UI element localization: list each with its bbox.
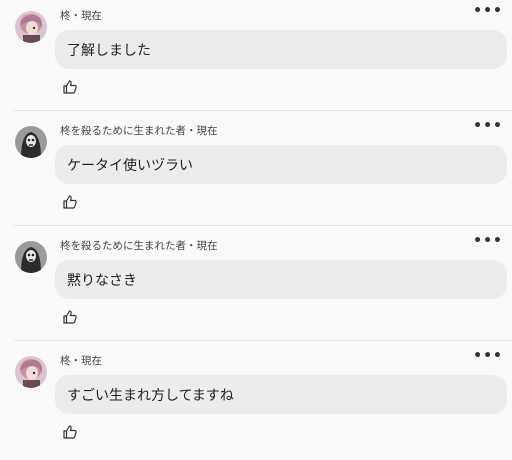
comment-text: 了解しました	[67, 43, 151, 59]
comment-bubble: すごい生まれ方してますね	[55, 375, 507, 414]
avatar[interactable]	[15, 126, 47, 158]
divider	[14, 340, 512, 341]
comment-text: ケータイ使いヅラい	[67, 158, 193, 174]
pink-hair-character-avatar	[15, 356, 47, 388]
comment-item: 柊・現在 ••• すごい生まれ方してますね	[0, 345, 512, 460]
comment-meta: 柊を殺るために生まれた者・現在	[60, 125, 218, 137]
comment-bubble: 了解しました	[55, 30, 507, 69]
comment-bubble: 黙りなさき	[55, 260, 507, 299]
comment-item: 柊を殺るために生まれた者・現在 ••• 黙りなさき	[0, 230, 512, 345]
divider	[14, 225, 512, 226]
thumbs-up-icon[interactable]	[62, 309, 78, 325]
pink-hair-character-avatar	[15, 11, 47, 43]
comment-text: すごい生まれ方してますね	[67, 388, 234, 404]
thumbs-up-icon[interactable]	[62, 194, 78, 210]
avatar[interactable]	[15, 11, 47, 43]
skull-reaper-avatar	[15, 241, 47, 273]
divider	[14, 110, 512, 111]
comment-bubble: ケータイ使いヅラい	[55, 145, 507, 184]
comment-item: 柊を殺るために生まれた者・現在 ••• ケータイ使いヅラい	[0, 115, 512, 230]
comment-item: 柊・現在 ••• 了解しました	[0, 0, 512, 115]
comment-text: 黙りなさき	[67, 273, 137, 289]
more-options-icon[interactable]: •••	[473, 119, 503, 133]
thumbs-up-icon[interactable]	[62, 79, 78, 95]
avatar[interactable]	[15, 241, 47, 273]
avatar[interactable]	[15, 356, 47, 388]
more-options-icon[interactable]: •••	[473, 349, 503, 363]
comment-meta: 柊・現在	[60, 355, 102, 367]
skull-reaper-avatar	[15, 126, 47, 158]
comment-meta: 柊を殺るために生まれた者・現在	[60, 240, 218, 252]
more-options-icon[interactable]: •••	[473, 234, 503, 248]
comment-meta: 柊・現在	[60, 10, 102, 22]
more-options-icon[interactable]: •••	[473, 4, 503, 18]
thumbs-up-icon[interactable]	[62, 424, 78, 440]
